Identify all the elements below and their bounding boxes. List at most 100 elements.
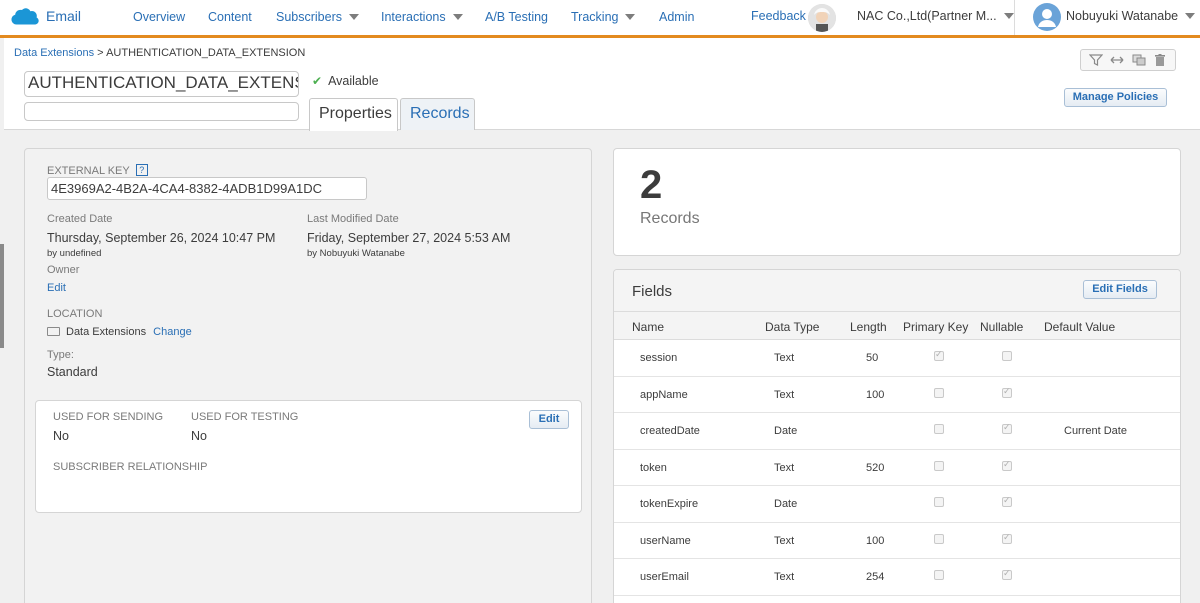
nav-interactions[interactable]: Interactions — [381, 10, 463, 24]
table-row[interactable]: tokenExpire Date — [614, 486, 1180, 523]
user-avatar-icon[interactable] — [1033, 3, 1061, 31]
owner-edit-link[interactable]: Edit — [47, 282, 66, 294]
nav-ab-testing[interactable]: A/B Testing — [485, 10, 548, 24]
einstein-avatar-icon[interactable] — [808, 4, 836, 32]
subscriber-relationship-label: SUBSCRIBER RELATIONSHIP — [53, 461, 208, 473]
data-extension-name-input[interactable]: AUTHENTICATION_DATA_EXTENSI — [24, 71, 299, 97]
modified-date-label: Last Modified Date — [307, 213, 399, 225]
table-row[interactable]: token Text 520 — [614, 450, 1180, 486]
edit-fields-button[interactable]: Edit Fields — [1083, 280, 1157, 299]
nullable-checkbox — [1002, 422, 1012, 434]
location-label: LOCATION — [47, 308, 103, 320]
table-row[interactable]: userName Text 100 — [614, 523, 1180, 559]
trash-icon[interactable] — [1153, 54, 1167, 66]
used-for-sending-value: No — [53, 429, 69, 443]
table-row[interactable]: session Text 50 — [614, 340, 1180, 377]
nullable-checkbox — [1002, 386, 1012, 398]
used-for-testing-value: No — [191, 429, 207, 443]
field-default-value: Current Date — [1064, 425, 1127, 437]
modified-by: by Nobuyuki Watanabe — [307, 248, 405, 259]
location-row: Data Extensions Change — [47, 326, 192, 338]
column-nullable[interactable]: Nullable — [980, 320, 1023, 334]
edit-sending-button[interactable]: Edit — [529, 410, 569, 429]
data-extension-description-input[interactable] — [24, 102, 299, 121]
nav-overview[interactable]: Overview — [133, 10, 185, 24]
move-icon[interactable] — [1110, 54, 1124, 66]
nullable-checkbox — [1002, 532, 1012, 544]
nullable-checkbox — [1002, 459, 1012, 471]
tab-records[interactable]: Records — [400, 98, 475, 130]
status-text: Available — [328, 74, 379, 88]
nullable-checkbox — [1002, 568, 1012, 580]
chevron-down-icon — [625, 14, 636, 20]
nav-admin[interactable]: Admin — [659, 10, 694, 24]
nav-interactions-label: Interactions — [381, 10, 446, 24]
salesforce-cloud-logo[interactable] — [10, 7, 40, 27]
table-row[interactable]: appName Text 100 — [614, 377, 1180, 413]
field-length: 50 — [866, 352, 879, 364]
sending-settings-box: USED FOR SENDING No USED FOR TESTING No … — [35, 400, 582, 513]
org-switcher[interactable]: NAC Co.,Ltd(Partner M... — [857, 9, 1014, 23]
field-length: 100 — [866, 388, 885, 401]
fields-column-header: Name Data Type Length Primary Key Nullab… — [614, 312, 1180, 340]
field-length: 520 — [866, 461, 885, 474]
column-length[interactable]: Length — [850, 320, 887, 334]
record-count-label: Records — [640, 210, 700, 227]
type-value: Standard — [47, 365, 98, 379]
nullable-checkbox — [1002, 495, 1012, 507]
chevron-down-icon — [1003, 13, 1014, 19]
app-name[interactable]: Email — [46, 8, 81, 24]
nav-tracking-label: Tracking — [571, 10, 619, 24]
side-panel-handle[interactable] — [0, 244, 4, 348]
top-navigation: Email Overview Content Subscribers Inter… — [0, 0, 1200, 38]
field-name: session — [640, 352, 678, 364]
external-key-field[interactable]: 4E3969A2-4B2A-4CA4-8382-4ADB1D99A1DC — [47, 177, 367, 200]
manage-policies-button[interactable]: Manage Policies — [1064, 88, 1167, 107]
filter-icon[interactable] — [1088, 54, 1104, 66]
feedback-link[interactable]: Feedback — [751, 9, 806, 23]
field-name: userEmail — [640, 571, 689, 583]
column-name[interactable]: Name — [632, 320, 664, 334]
column-data-type[interactable]: Data Type — [765, 320, 819, 334]
primary-key-checkbox — [934, 387, 944, 398]
help-icon[interactable]: ? — [135, 164, 148, 176]
record-count-panel: 2 Records — [613, 148, 1181, 256]
nav-admin-label: Admin — [659, 10, 695, 24]
tab-properties[interactable]: Properties — [309, 98, 398, 131]
created-by: by undefined — [47, 248, 102, 259]
nav-divider — [1014, 0, 1015, 35]
user-menu[interactable]: Nobuyuki Watanabe — [1066, 9, 1196, 23]
external-key-label: EXTERNAL KEY? — [47, 164, 148, 177]
nav-overview-label: Overview — [133, 10, 186, 24]
location-value: Data Extensions — [66, 326, 147, 338]
field-length: 100 — [866, 534, 885, 547]
chevron-down-icon — [452, 14, 463, 20]
created-date-label: Created Date — [47, 213, 113, 225]
nav-content-label: Content — [208, 10, 252, 24]
table-row[interactable]: userEmail Text 254 — [614, 559, 1180, 596]
used-for-sending-label: USED FOR SENDING — [53, 411, 164, 423]
column-primary-key[interactable]: Primary Key — [903, 320, 968, 334]
field-data-type: Date — [774, 425, 798, 437]
nav-tracking[interactable]: Tracking — [571, 10, 636, 24]
primary-key-checkbox — [934, 570, 944, 580]
field-name: createdDate — [640, 425, 700, 437]
owner-label: Owner — [47, 264, 80, 276]
copy-icon[interactable] — [1132, 54, 1146, 66]
properties-panel: EXTERNAL KEY? 4E3969A2-4B2A-4CA4-8382-4A… — [24, 148, 592, 603]
field-name: appName — [640, 388, 688, 401]
nav-content[interactable]: Content — [208, 10, 252, 24]
field-data-type: Text — [774, 461, 795, 474]
nav-subscribers[interactable]: Subscribers — [276, 10, 359, 24]
field-data-type: Text — [774, 534, 795, 547]
column-default-value[interactable]: Default Value — [1044, 320, 1115, 334]
primary-key-checkbox — [934, 424, 944, 434]
location-change-link[interactable]: Change — [153, 326, 192, 338]
type-label: Type: — [47, 349, 74, 361]
breadcrumb-data-extensions[interactable]: Data Extensions — [14, 47, 94, 59]
external-key-label-text: EXTERNAL KEY — [47, 165, 130, 177]
field-data-type: Text — [774, 388, 795, 401]
field-data-type: Date — [774, 498, 798, 510]
table-row[interactable]: createdDate Date Current Date — [614, 413, 1180, 450]
modified-date-value: Friday, September 27, 2024 5:53 AM — [307, 231, 511, 245]
